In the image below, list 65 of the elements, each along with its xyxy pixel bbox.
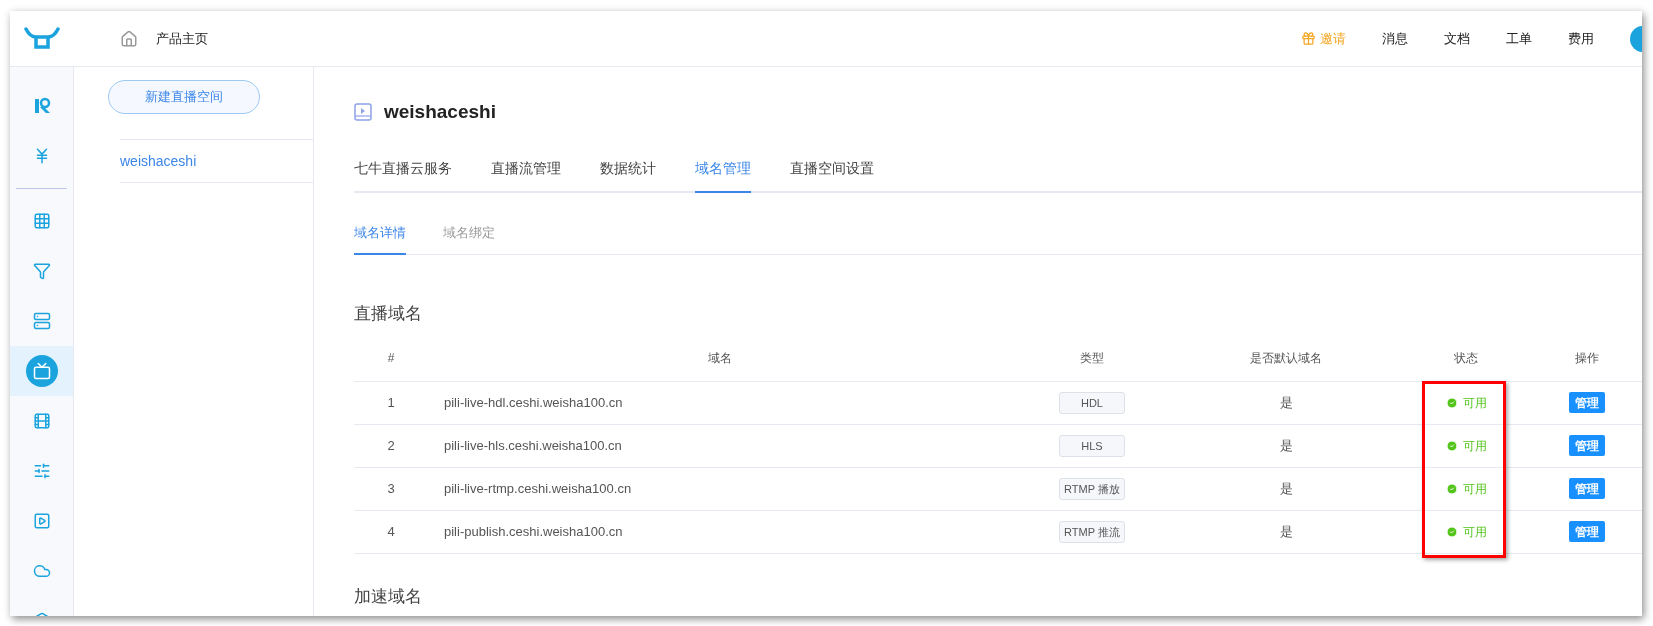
column-header: 是否默认域名 (1250, 349, 1322, 367)
manage-button[interactable]: 管理 (1569, 521, 1605, 542)
default-cell-text: 是 (1279, 479, 1293, 498)
domain-cell: pili-live-hdl.ceshi.weisha100.cn (444, 394, 623, 410)
brand-mark-icon[interactable] (32, 97, 51, 115)
manage-button[interactable]: 管理 (1569, 478, 1605, 499)
server-icon[interactable] (32, 312, 51, 330)
type-tag: HDL (1059, 391, 1125, 414)
nav-link[interactable]: 费用 (1568, 28, 1594, 49)
play-icon[interactable] (32, 512, 51, 530)
sub-tab[interactable]: 域名绑定 (443, 222, 495, 255)
check-icon (1445, 525, 1458, 538)
film-icon[interactable] (32, 412, 51, 430)
home-icon[interactable] (120, 29, 138, 48)
status-label: 可用 (1445, 393, 1487, 412)
bull-logo-icon (24, 26, 60, 51)
nav-link[interactable]: 消息 (1382, 28, 1408, 49)
tab[interactable]: 域名管理 (695, 157, 751, 193)
type-tag: HLS (1059, 434, 1125, 457)
tab[interactable]: 七牛直播云服务 (354, 157, 452, 193)
tab[interactable]: 直播空间设置 (790, 157, 874, 193)
domain-cell: pili-live-hls.ceshi.weisha100.cn (444, 437, 622, 453)
space-list-item[interactable]: weishaceshi (120, 140, 313, 183)
manage-button[interactable]: 管理 (1569, 392, 1605, 413)
domain-cell: pili-live-rtmp.ceshi.weisha100.cn (444, 480, 632, 496)
status-label: 可用 (1445, 522, 1487, 541)
column-header: 操作 (1575, 349, 1599, 367)
manage-button[interactable]: 管理 (1569, 435, 1605, 456)
status-label: 可用 (1445, 479, 1487, 498)
default-cell-text: 是 (1279, 436, 1293, 455)
tv-icon[interactable] (25, 355, 58, 387)
row-number: 1 (387, 393, 395, 412)
column-header: 类型 (1080, 349, 1104, 367)
grid-icon[interactable] (32, 212, 51, 230)
default-cell-text: 是 (1279, 393, 1293, 412)
section-heading: 加速域名 (354, 585, 423, 608)
funnel-icon[interactable] (32, 262, 51, 280)
column-header: 域名 (708, 349, 732, 367)
type-tag: RTMP 推流 (1059, 520, 1125, 543)
check-icon (1445, 396, 1458, 409)
cloud-icon[interactable] (32, 562, 51, 580)
home-link[interactable]: 产品主页 (156, 28, 208, 49)
nav-link[interactable]: 工单 (1506, 28, 1532, 49)
status-label: 可用 (1445, 436, 1487, 455)
video-file-icon (354, 103, 372, 122)
domain-cell: pili-publish.ceshi.weisha100.cn (444, 523, 623, 539)
space-title: weishaceshi (384, 100, 496, 124)
row-number: 4 (387, 522, 395, 541)
row-number: 2 (387, 436, 395, 455)
new-space-button[interactable]: 新建直播空间 (108, 80, 260, 114)
sliders-icon[interactable] (32, 462, 51, 480)
column-header: # (387, 349, 395, 367)
tab[interactable]: 数据统计 (600, 157, 656, 193)
tab[interactable]: 直播流管理 (491, 157, 561, 193)
section-heading: 直播域名 (354, 303, 423, 325)
default-cell-text: 是 (1279, 522, 1293, 541)
check-icon (1445, 439, 1458, 452)
invite-link[interactable]: 邀请 (1301, 28, 1346, 49)
row-number: 3 (387, 479, 395, 498)
check-icon (1445, 482, 1458, 495)
gift-icon (1301, 31, 1316, 46)
type-tag: RTMP 播放 (1059, 477, 1125, 500)
sub-tab[interactable]: 域名详情 (354, 222, 406, 255)
nav-link[interactable]: 文档 (1444, 28, 1470, 49)
column-header: 状态 (1454, 349, 1478, 367)
